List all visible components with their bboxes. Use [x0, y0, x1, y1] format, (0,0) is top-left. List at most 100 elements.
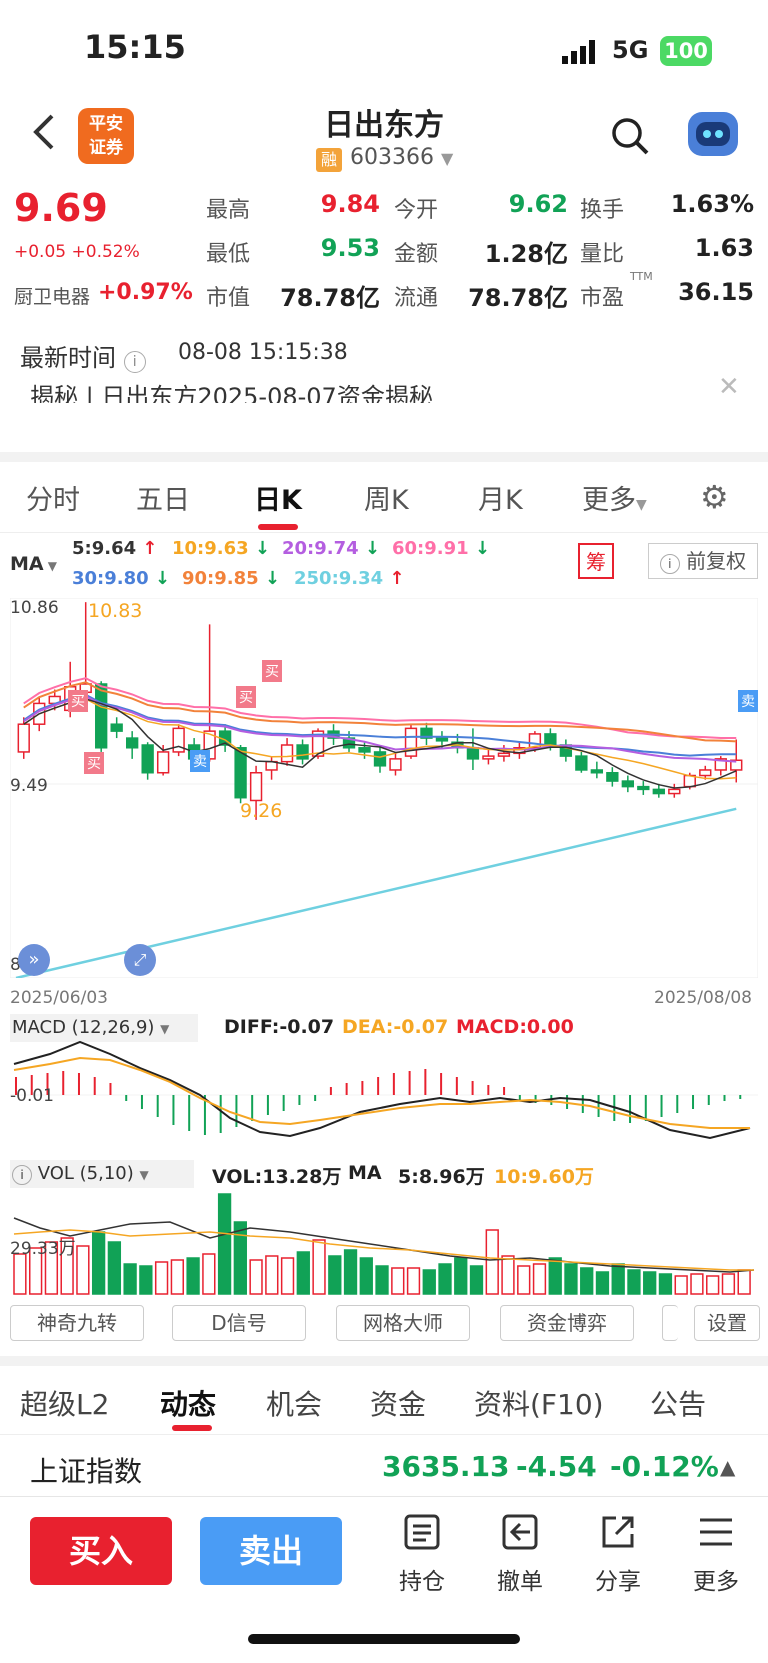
news-ticker[interactable]: 揭秘 | 日出东方2025-08-07资金揭秘: [30, 377, 433, 403]
candle[interactable]: [125, 737, 139, 749]
more-icon[interactable]: [684, 1512, 748, 1560]
tab-dynamics[interactable]: 动态: [160, 1383, 216, 1423]
cancel-order-label[interactable]: 撤单: [488, 1562, 552, 1596]
tool-nine-turn[interactable]: 神奇九转: [10, 1305, 144, 1341]
candle[interactable]: [590, 769, 604, 774]
candle[interactable]: [497, 752, 511, 757]
chip-distribution-button[interactable]: 筹: [578, 543, 614, 579]
volume-bar: [13, 1253, 27, 1295]
volume-bar: [202, 1253, 216, 1295]
gear-icon[interactable]: ⚙: [700, 478, 729, 516]
tab-f10[interactable]: 资料(F10): [474, 1383, 604, 1423]
tab-super-l2[interactable]: 超级L2: [20, 1383, 109, 1423]
macd-chart[interactable]: [10, 1040, 758, 1160]
tool-overflow[interactable]: [662, 1305, 678, 1341]
expand-icon[interactable]: ⤢: [124, 944, 156, 976]
candle[interactable]: [17, 723, 30, 753]
share-icon[interactable]: [586, 1512, 650, 1560]
close-icon[interactable]: ✕: [718, 372, 740, 402]
tab-opportunity[interactable]: 机会: [266, 1383, 322, 1423]
candle[interactable]: [141, 744, 154, 774]
sell-signal[interactable]: 卖: [738, 690, 758, 712]
info-icon: i: [12, 1165, 32, 1185]
candle[interactable]: [544, 733, 557, 746]
robot-icon[interactable]: [688, 112, 738, 156]
buy-signal[interactable]: 买: [84, 752, 104, 774]
tab-five-day[interactable]: 五日: [136, 478, 190, 517]
candle[interactable]: [466, 747, 480, 760]
tool-fund-game[interactable]: 资金博弈: [500, 1305, 634, 1341]
macd-selector[interactable]: MACD (12,26,9) ▼: [10, 1014, 198, 1042]
candle[interactable]: [637, 785, 650, 791]
volume-bar: [343, 1249, 358, 1295]
volume-chart[interactable]: [10, 1188, 758, 1296]
info-icon[interactable]: i: [123, 351, 146, 373]
candle[interactable]: [575, 755, 588, 771]
candle[interactable]: [358, 747, 371, 753]
vol-ma-label: MA: [348, 1162, 382, 1184]
low-label: 最低: [206, 242, 251, 267]
tab-announcement[interactable]: 公告: [650, 1383, 706, 1423]
stock-code[interactable]: 603366 ▼: [350, 145, 453, 170]
candle[interactable]: [296, 744, 309, 760]
candle[interactable]: [652, 788, 665, 795]
candle[interactable]: [404, 727, 418, 757]
tool-settings[interactable]: 设置: [694, 1305, 760, 1341]
buy-button[interactable]: 买入: [30, 1517, 172, 1585]
candle[interactable]: [95, 683, 108, 749]
holdings-label[interactable]: 持仓: [390, 1562, 454, 1596]
candle[interactable]: [668, 788, 681, 795]
tool-grid-master[interactable]: 网格大师: [336, 1305, 470, 1341]
volume-bar: [737, 1269, 751, 1295]
current-price: 9.69: [14, 186, 108, 230]
sell-button[interactable]: 卖出: [200, 1517, 342, 1585]
candle[interactable]: [249, 771, 263, 802]
vol-selector[interactable]: i VOL (5,10) ▼: [10, 1160, 194, 1188]
cancel-order-icon[interactable]: [488, 1512, 552, 1560]
sector-name[interactable]: 厨卫电器: [14, 282, 90, 309]
candle[interactable]: [389, 758, 402, 771]
tab-monthly-k[interactable]: 月K: [478, 478, 523, 517]
buy-signal[interactable]: 买: [236, 686, 256, 708]
candle[interactable]: [699, 769, 712, 777]
stock-name[interactable]: 日出东方: [0, 100, 768, 144]
kline-chart[interactable]: [10, 598, 758, 978]
volume-bar: [265, 1255, 279, 1295]
candle[interactable]: [110, 723, 123, 732]
float-label: 流通: [394, 286, 439, 311]
candle[interactable]: [482, 755, 495, 760]
candle[interactable]: [234, 747, 247, 799]
buy-signal[interactable]: 买: [68, 690, 88, 712]
pe-value: 36.15: [678, 278, 754, 306]
tab-funds[interactable]: 资金: [370, 1383, 426, 1423]
candle[interactable]: [606, 771, 619, 782]
divider: [0, 532, 768, 533]
update-label: 最新时间 i: [20, 338, 146, 373]
adjust-button[interactable]: i 前复权: [648, 543, 758, 579]
share-label[interactable]: 分享: [586, 1562, 650, 1596]
sell-signal[interactable]: 卖: [190, 750, 210, 772]
candle[interactable]: [373, 751, 387, 767]
buy-signal[interactable]: 买: [262, 660, 282, 682]
ma-selector[interactable]: MA ▼: [10, 553, 57, 575]
candle[interactable]: [156, 751, 170, 774]
index-pct: -0.12%: [610, 1450, 719, 1483]
tab-more[interactable]: 更多▼: [582, 478, 647, 517]
tab-daily-k[interactable]: 日K: [254, 478, 302, 517]
double-chevron-icon[interactable]: »: [18, 944, 50, 976]
caret-up-icon[interactable]: ▲: [720, 1455, 735, 1479]
tool-d-signal[interactable]: D信号: [172, 1305, 306, 1341]
vol-axis-label: 29.33万: [10, 1239, 76, 1259]
candle[interactable]: [280, 744, 294, 763]
holdings-icon[interactable]: [390, 1512, 454, 1560]
volume-bar: [406, 1267, 421, 1295]
candle[interactable]: [621, 780, 635, 788]
search-button[interactable]: [610, 116, 650, 160]
candle[interactable]: [435, 737, 449, 742]
more-label[interactable]: 更多: [684, 1562, 748, 1596]
volume-bar: [611, 1263, 625, 1295]
tab-intraday[interactable]: 分时: [26, 478, 80, 517]
index-name[interactable]: 上证指数: [30, 1450, 142, 1490]
tab-weekly-k[interactable]: 周K: [364, 478, 409, 517]
battery-icon: 100: [660, 36, 712, 66]
